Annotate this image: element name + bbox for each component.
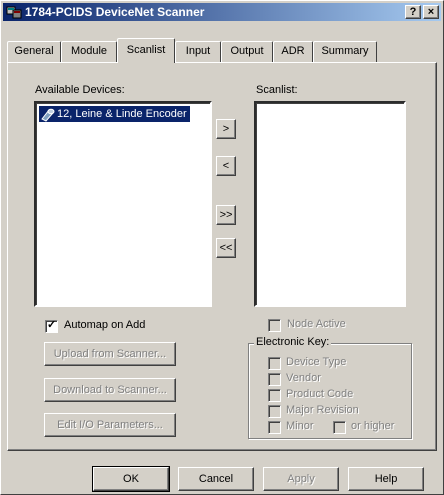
product-code-label: Product Code	[286, 388, 354, 400]
remove-one-button[interactable]: <	[216, 156, 236, 176]
available-devices-list[interactable]: 12, Leine & Linde Encoder	[34, 101, 212, 307]
vendor-checkbox[interactable]	[268, 373, 281, 386]
device-type-checkbox[interactable]	[268, 357, 281, 370]
add-one-button[interactable]: >	[216, 119, 236, 139]
available-devices-label-text: Available Devices:	[35, 84, 125, 96]
add-all-button[interactable]: >>	[216, 205, 236, 225]
tab-summary[interactable]: Summary	[313, 41, 377, 62]
check-icon: ✓	[47, 319, 57, 331]
ok-button[interactable]: OK	[93, 467, 169, 491]
node-active-checkbox[interactable]	[268, 319, 281, 332]
minor-checkbox[interactable]	[268, 421, 281, 434]
major-revision-checkbox[interactable]	[268, 405, 281, 418]
scanlist-label: Scanlist:	[256, 84, 298, 96]
electronic-key-group: Electronic Key: Device Type Vendor Produ…	[248, 336, 412, 439]
vendor-label: Vendor	[286, 372, 321, 384]
window-title: 1784-PCIDS DeviceNet Scanner	[25, 5, 205, 19]
dialog-window: 1784-PCIDS DeviceNet Scanner ? × General…	[0, 0, 444, 495]
major-revision-label: Major Revision	[286, 404, 359, 416]
remove-all-button[interactable]: <<	[216, 238, 236, 258]
automap-label: Automap on Add	[64, 319, 146, 331]
upload-from-scanner-button[interactable]: Upload from Scanner...	[44, 342, 176, 366]
or-higher-label: or higher	[351, 420, 395, 432]
or-higher-checkbox[interactable]	[333, 421, 346, 434]
tab-input[interactable]: Input	[175, 41, 221, 62]
title-bar[interactable]: 1784-PCIDS DeviceNet Scanner ? ×	[3, 3, 441, 21]
electronic-key-title: Electronic Key:	[254, 336, 332, 348]
tab-general[interactable]: General	[7, 41, 61, 62]
scanlist-panel: Available Devices: 12, Leine & Linde Enc…	[7, 62, 437, 451]
download-to-scanner-button[interactable]: Download to Scanner...	[44, 378, 176, 402]
encoder-device-icon	[40, 106, 56, 122]
device-type-label: Device Type	[286, 356, 347, 368]
list-item[interactable]: 12, Leine & Linde Encoder	[39, 106, 190, 122]
tab-output[interactable]: Output	[221, 41, 273, 62]
apply-button[interactable]: Apply	[263, 467, 339, 491]
scanlist-list[interactable]	[254, 101, 406, 307]
help-button[interactable]: Help	[348, 467, 424, 491]
tab-module[interactable]: Module	[61, 41, 117, 62]
close-icon[interactable]: ×	[423, 5, 439, 19]
device-item-label: 12, Leine & Linde Encoder	[57, 108, 187, 120]
product-code-checkbox[interactable]	[268, 389, 281, 402]
automap-checkbox[interactable]: ✓	[45, 319, 58, 333]
node-active-label: Node Active	[287, 318, 346, 330]
minor-label: Minor	[286, 420, 314, 432]
help-title-button[interactable]: ?	[405, 5, 421, 19]
tab-adr[interactable]: ADR	[273, 41, 313, 62]
cancel-button[interactable]: Cancel	[178, 467, 254, 491]
scanner-app-icon	[6, 4, 22, 20]
tab-scanlist[interactable]: Scanlist	[117, 38, 175, 63]
edit-io-parameters-button[interactable]: Edit I/O Parameters...	[44, 413, 176, 437]
